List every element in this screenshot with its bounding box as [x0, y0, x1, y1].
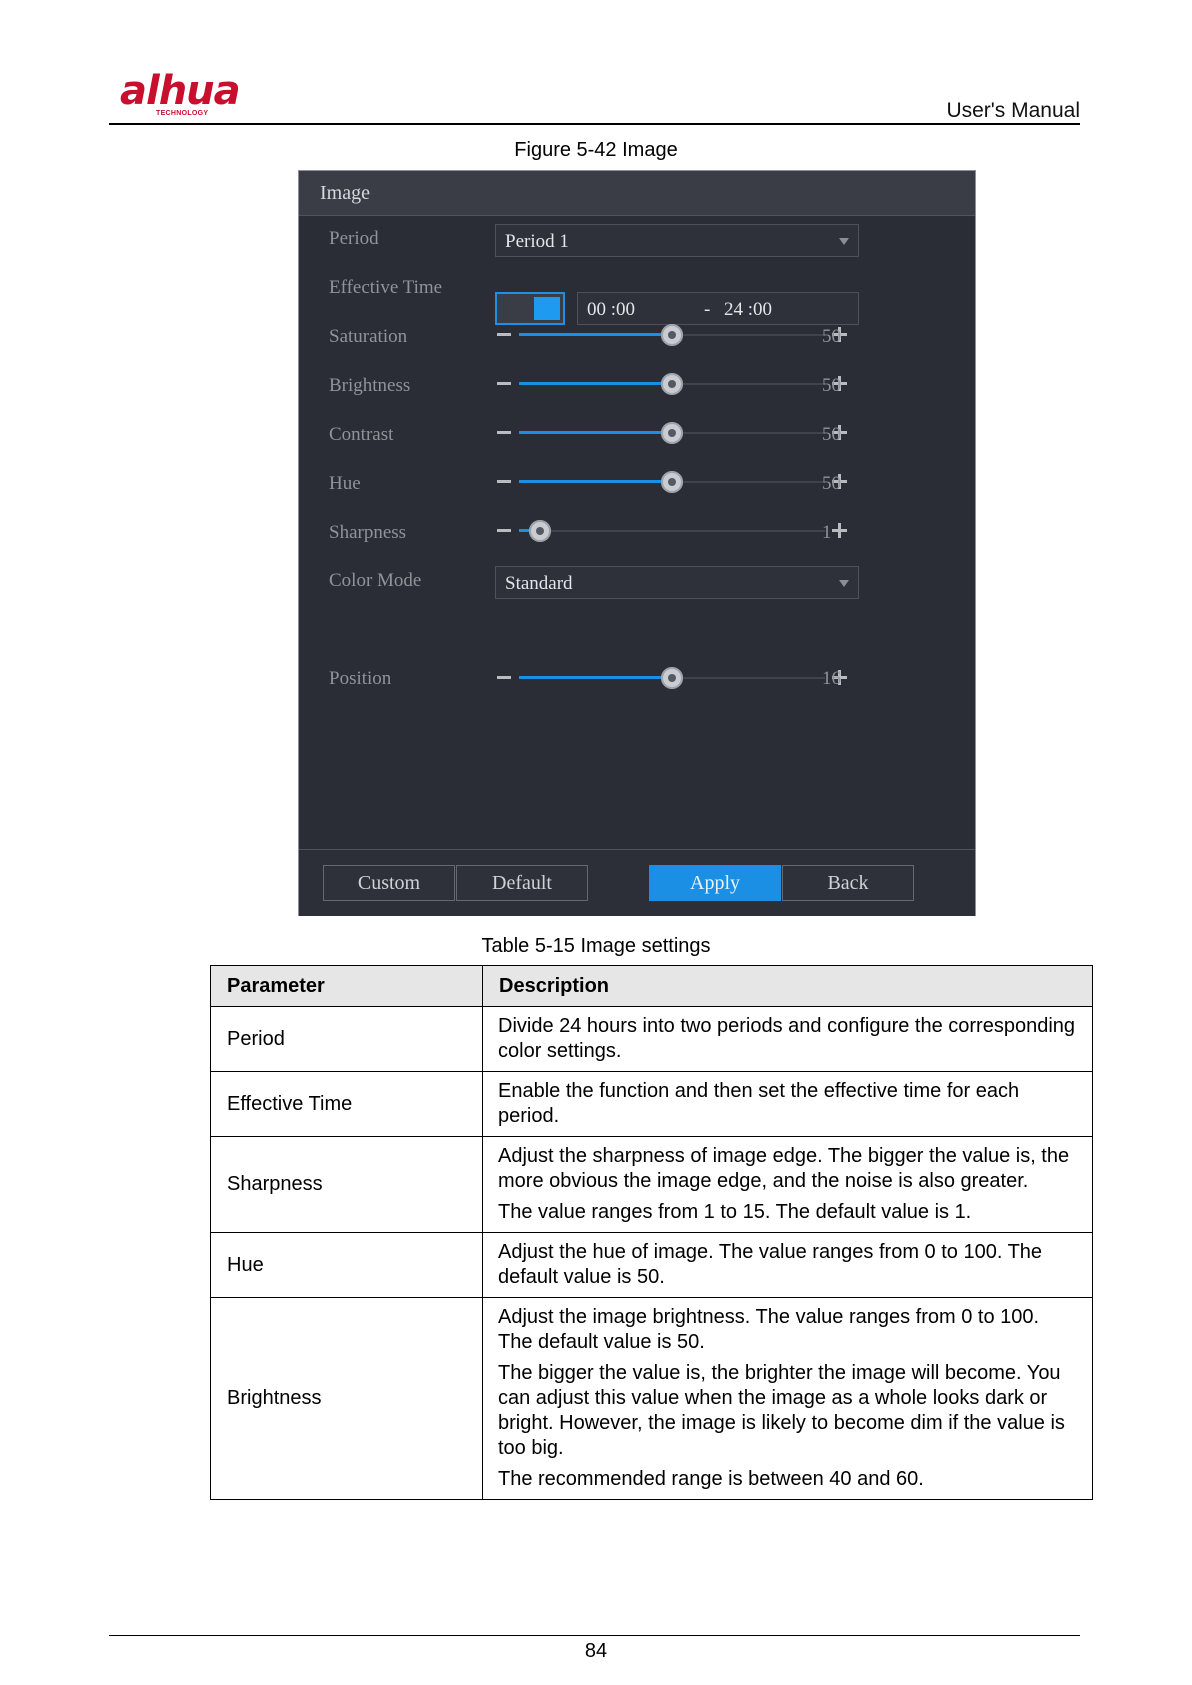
description-paragraph: Divide 24 hours into two periods and con… — [498, 1015, 1076, 1062]
hue-label: Hue — [329, 473, 361, 494]
minus-icon[interactable] — [497, 480, 511, 483]
description-cell: Adjust the hue of image. The value range… — [482, 1232, 1093, 1298]
chevron-down-icon — [839, 580, 849, 587]
color-mode-select-value: Standard — [505, 573, 573, 594]
description-paragraph: Adjust the hue of image. The value range… — [498, 1241, 1043, 1288]
contrast-slider[interactable] — [497, 420, 847, 446]
slider-handle[interactable] — [529, 520, 551, 542]
default-button[interactable]: Default — [456, 865, 588, 901]
effective-time-label: Effective Time — [329, 277, 443, 298]
brightness-value: 50 — [822, 375, 841, 396]
chevron-down-icon — [839, 238, 849, 245]
figure-caption: Figure 5-42 Image — [514, 139, 678, 161]
image-settings-panel: Image Period Period 1 Effective Time 00 … — [298, 170, 976, 916]
slider-fill — [519, 480, 672, 483]
table-header-row: Parameter Description — [210, 965, 1093, 1007]
minus-icon[interactable] — [497, 529, 511, 532]
logo-wordmark: alhua — [120, 68, 241, 114]
slider-fill — [519, 382, 672, 385]
period-select[interactable]: Period 1 — [495, 224, 859, 257]
table-body: Period Divide 24 hours into two periods a… — [210, 1006, 1093, 1500]
position-value: 16 — [822, 668, 841, 689]
minus-icon[interactable] — [497, 431, 511, 434]
parameter-cell: Sharpness — [210, 1136, 483, 1233]
hue-value: 50 — [822, 473, 841, 494]
sharpness-label: Sharpness — [329, 522, 407, 543]
table-caption: Table 5-15 Image settings — [481, 935, 711, 957]
time-start: 00 :00 — [587, 299, 636, 320]
contrast-label: Contrast — [329, 424, 394, 445]
description-cell: Adjust the image brightness. The value r… — [482, 1297, 1093, 1500]
image-settings-table: Parameter Description Period Divide 24 ho… — [210, 965, 1093, 1500]
table-row: Sharpness Adjust the sharpness of image e… — [210, 1136, 1093, 1233]
slider-handle[interactable] — [661, 667, 683, 689]
description-paragraph: The bigger the value is, the brighter th… — [498, 1362, 1065, 1459]
parameter-cell: Hue — [210, 1232, 483, 1298]
saturation-slider[interactable] — [497, 322, 847, 348]
brightness-slider[interactable] — [497, 371, 847, 397]
minus-icon[interactable] — [497, 333, 511, 336]
footer-divider — [109, 1635, 1080, 1636]
saturation-value: 50 — [822, 326, 841, 347]
plus-icon[interactable] — [832, 523, 847, 538]
description-paragraph: Adjust the sharpness of image edge. The … — [498, 1145, 1070, 1192]
minus-icon[interactable] — [497, 676, 511, 679]
effective-time-toggle[interactable] — [495, 292, 565, 325]
apply-button[interactable]: Apply — [649, 865, 781, 901]
logo-subtext: TECHNOLOGY — [156, 110, 209, 117]
panel-title: Image — [320, 182, 370, 204]
color-mode-select[interactable]: Standard — [495, 566, 859, 599]
description-paragraph: Enable the function and then set the eff… — [498, 1080, 1020, 1127]
sharpness-slider[interactable] — [497, 518, 847, 544]
description-cell: Adjust the sharpness of image edge. The … — [482, 1136, 1093, 1233]
table-row: Effective Time Enable the function and th… — [210, 1071, 1093, 1137]
sharpness-value: 1 — [822, 522, 832, 543]
slider-fill — [519, 676, 672, 679]
parameter-cell: Effective Time — [210, 1071, 483, 1137]
period-label: Period — [329, 228, 379, 249]
slider-fill — [519, 333, 672, 336]
description-paragraph: The value ranges from 1 to 15. The defau… — [498, 1201, 972, 1223]
panel-button-bar: Custom Default Apply Back — [299, 849, 975, 916]
parameter-cell: Period — [210, 1006, 483, 1072]
table-row: Brightness Adjust the image brightness. T… — [210, 1297, 1093, 1500]
page-number: 84 — [584, 1640, 608, 1662]
contrast-value: 50 — [822, 424, 841, 445]
brightness-label: Brightness — [329, 375, 411, 396]
slider-handle[interactable] — [661, 373, 683, 395]
position-slider[interactable] — [497, 665, 847, 691]
description-cell: Divide 24 hours into two periods and con… — [482, 1006, 1093, 1072]
hue-slider[interactable] — [497, 469, 847, 495]
table-row: Hue Adjust the hue of image. The value ra… — [210, 1232, 1093, 1298]
saturation-label: Saturation — [329, 326, 408, 347]
custom-button[interactable]: Custom — [323, 865, 455, 901]
table-row: Period Divide 24 hours into two periods a… — [210, 1006, 1093, 1072]
slider-handle[interactable] — [661, 422, 683, 444]
minus-icon[interactable] — [497, 382, 511, 385]
position-label: Position — [329, 668, 392, 689]
slider-handle[interactable] — [661, 471, 683, 493]
manual-label: User's Manual — [946, 99, 1080, 122]
back-button[interactable]: Back — [782, 865, 914, 901]
period-select-value: Period 1 — [505, 231, 569, 252]
header-divider — [109, 123, 1080, 125]
header-parameter: Parameter — [210, 965, 483, 1007]
description-paragraph: The recommended range is between 40 and … — [498, 1468, 924, 1490]
panel-header: Image — [299, 171, 975, 216]
header-description: Description — [482, 965, 1093, 1007]
slider-fill — [519, 431, 672, 434]
effective-time-range-input[interactable]: 00 :00 - 24 :00 — [577, 292, 859, 325]
slider-track — [519, 530, 825, 532]
parameter-cell: Brightness — [210, 1297, 483, 1500]
slider-handle[interactable] — [661, 324, 683, 346]
time-end: 24 :00 — [724, 299, 773, 320]
description-paragraph: Adjust the image brightness. The value r… — [498, 1306, 1040, 1353]
dahua-logo: alhua TECHNOLOGY — [120, 68, 260, 118]
color-mode-label: Color Mode — [329, 570, 422, 591]
time-separator: - — [704, 299, 711, 320]
description-cell: Enable the function and then set the eff… — [482, 1071, 1093, 1137]
toggle-knob — [534, 297, 560, 320]
